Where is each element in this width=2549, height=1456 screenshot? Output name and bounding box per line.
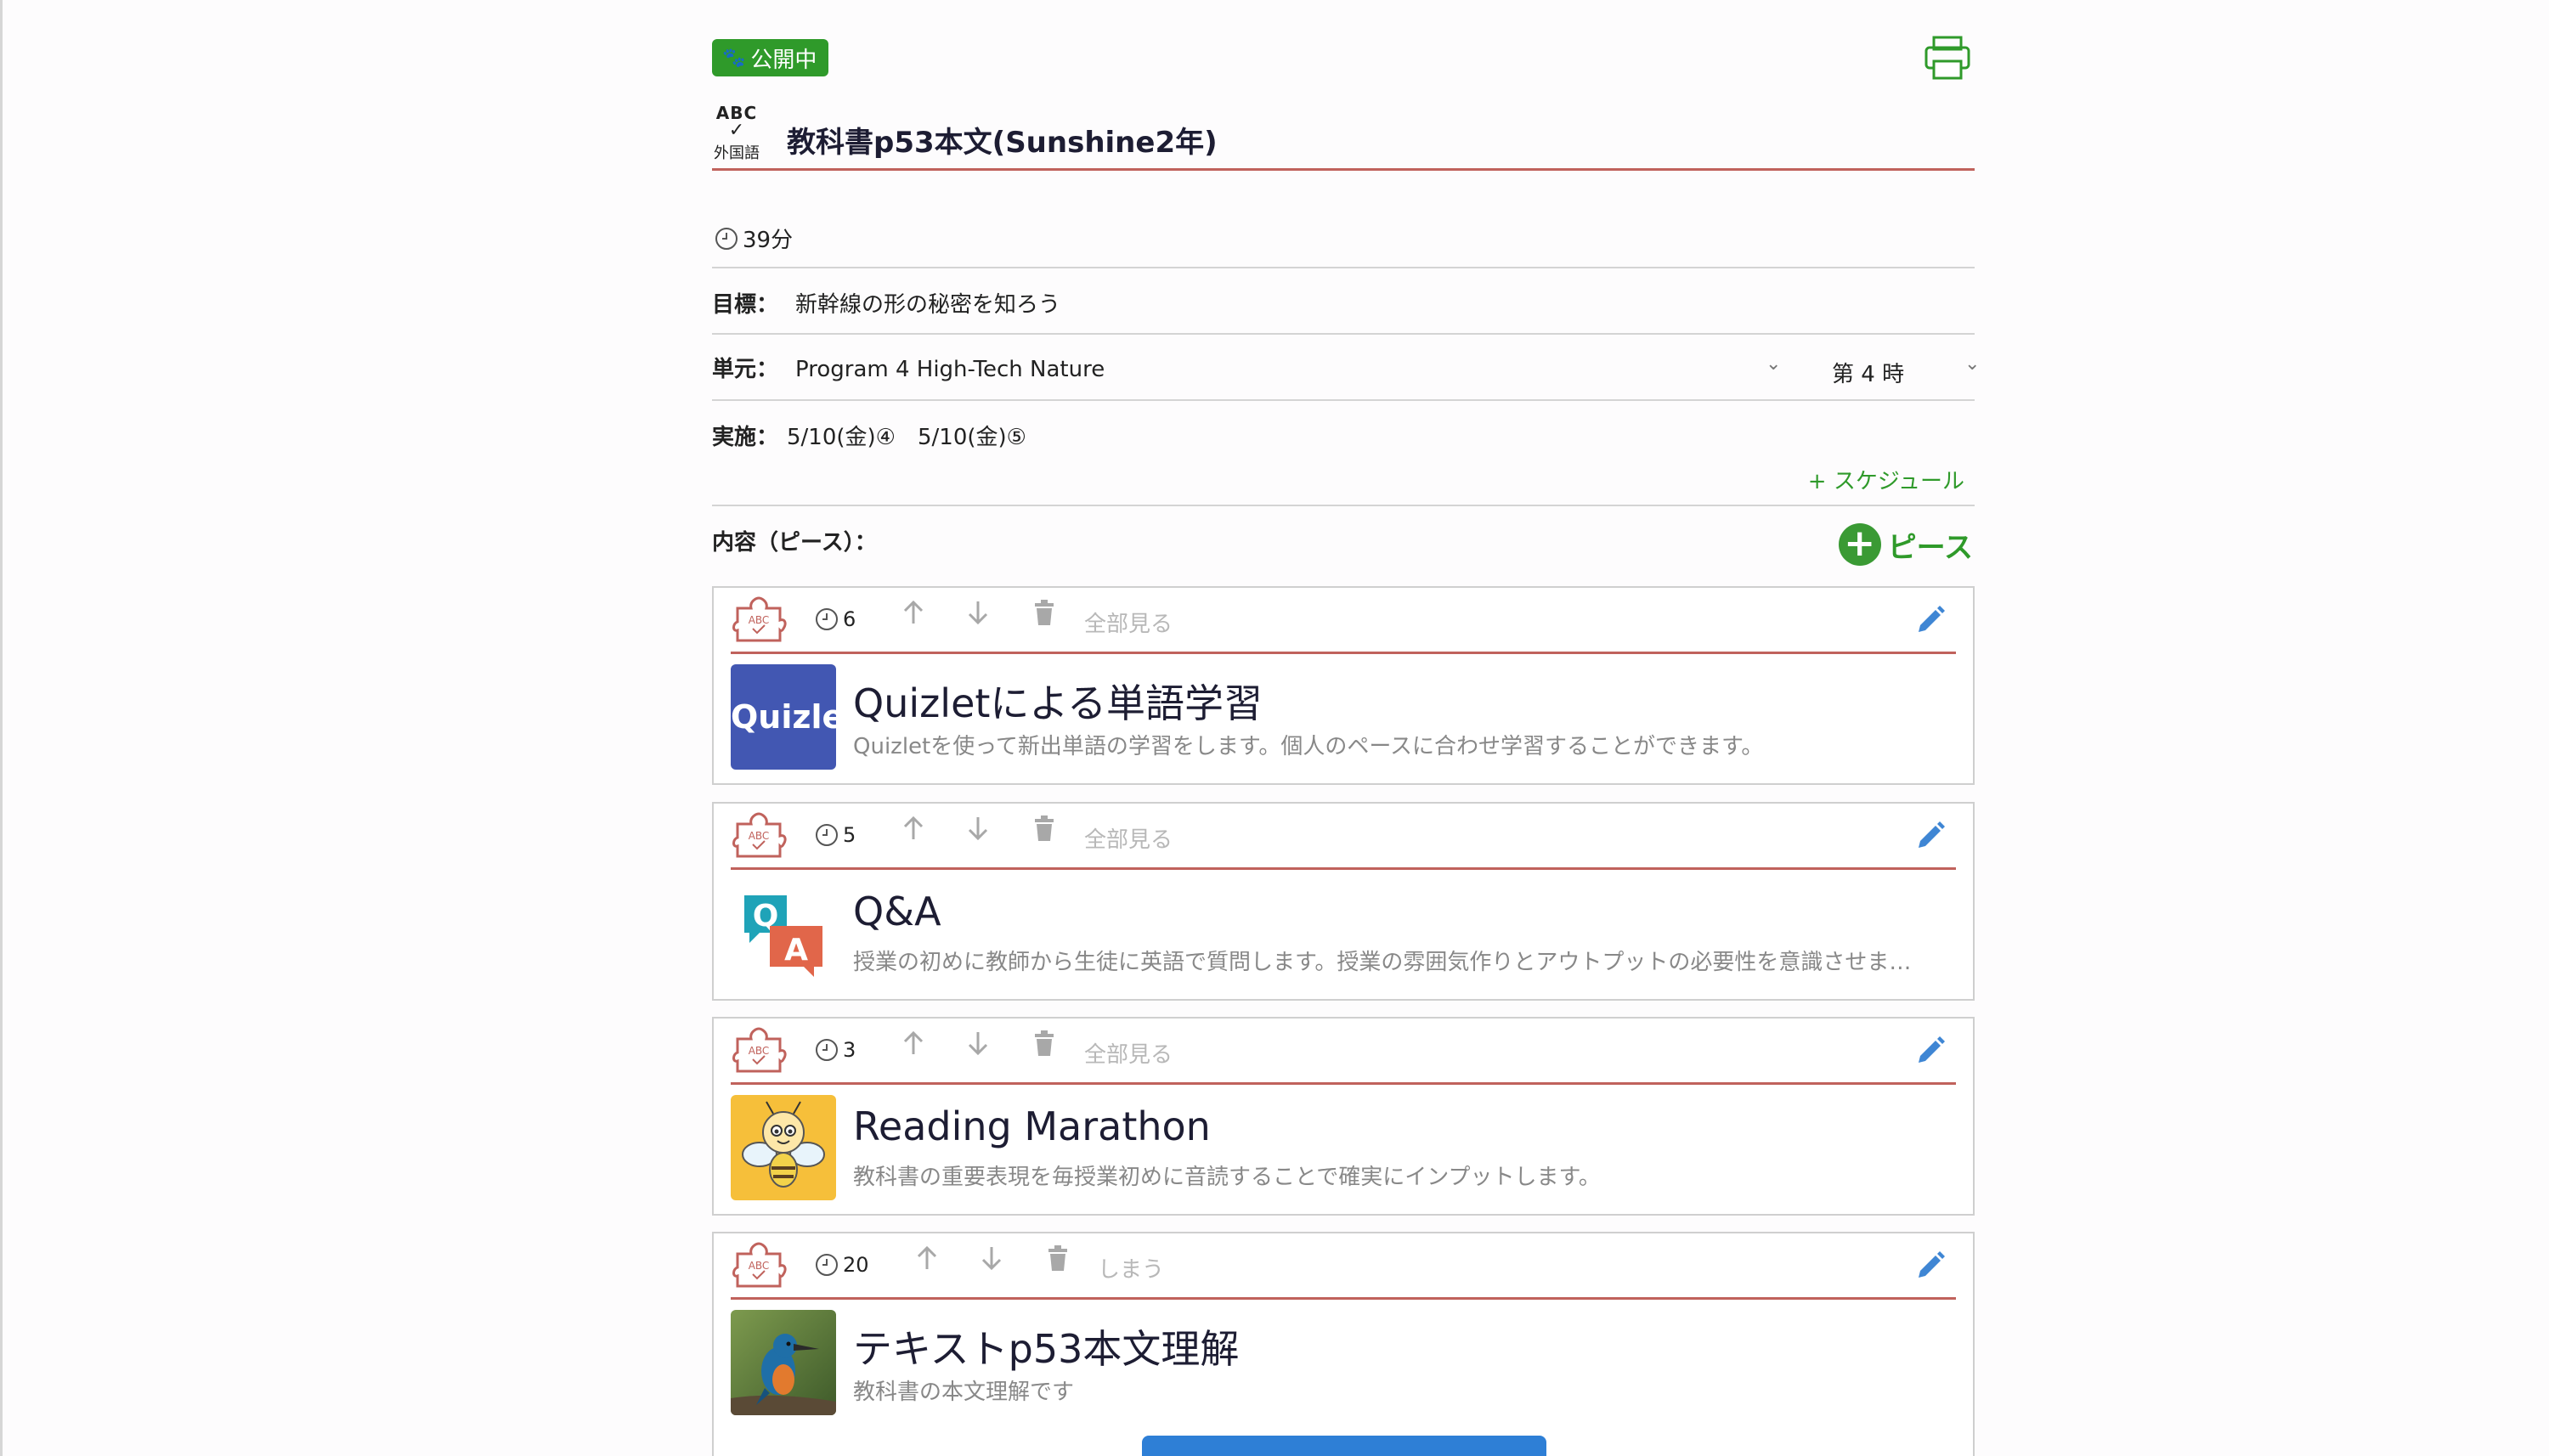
goal-label: 目標： [712, 292, 779, 318]
piece-duration: 20 [814, 1252, 869, 1278]
chevron-down-icon[interactable]: ⌄ [1964, 353, 1980, 375]
page-left-border [0, 0, 3, 1456]
puzzle-abc-icon: ABC [731, 1024, 787, 1076]
pieces-section-label: 内容（ピース）： [712, 530, 877, 556]
piece-toolbar: ABC 3 全部見る [731, 1019, 1956, 1085]
trash-icon[interactable] [1031, 598, 1057, 635]
add-schedule-link[interactable]: + スケジュール [1808, 464, 1964, 495]
piece-title[interactable]: Reading Marathon [853, 1103, 1211, 1149]
clock-icon [814, 822, 839, 848]
subject-label: 外国語 [714, 144, 760, 162]
puzzle-abc-icon: ABC [731, 1239, 787, 1291]
piece-card[interactable]: ABC 3 全部見る Reading Marathon 教科書の重要表現を毎授業… [712, 1017, 1975, 1216]
piece-description: 教科書の本文理解です [853, 1380, 1075, 1405]
piece-toolbar: ABC 20 しまう [731, 1233, 1956, 1300]
piece-title[interactable]: Q&A [853, 889, 941, 934]
piece-toolbar: ABC 5 全部見る [731, 804, 1956, 870]
unit-label: 単元： [712, 357, 779, 382]
kingfisher-photo-thumbnail [731, 1310, 836, 1415]
date-item[interactable]: 5/10(金)⑤ [918, 420, 1026, 451]
goal-value[interactable]: 新幹線の形の秘密を知ろう [795, 287, 1060, 319]
pencil-icon[interactable] [1913, 819, 1947, 853]
pencil-icon[interactable] [1913, 1034, 1947, 1068]
arrow-up-icon[interactable] [901, 1029, 926, 1065]
piece-description: Quizletを使って新出単語の学習をします。個人のペースに合わせ学習することが… [853, 734, 1764, 759]
unit-row: 単元： Program 4 High-Tech Nature ⌄ 第 4 時 ⌄ [712, 335, 1980, 401]
a-letter: A [784, 933, 808, 968]
period-select[interactable]: 第 4 時 [1832, 357, 1904, 388]
goal-row[interactable]: 目標： 新幹線の形の秘密を知ろう [712, 268, 1975, 335]
add-piece-label: ピース [1887, 530, 1973, 565]
paw-icon: 🐾 [722, 47, 746, 69]
piece-toolbar: ABC 6 全部見る [731, 588, 1956, 654]
svg-text:ABC: ABC [749, 1045, 770, 1057]
piece-card[interactable]: ABC 5 全部見る Q A Q&A 授業の初めに教師から生徒に英語で質問します… [712, 802, 1975, 1001]
unit-select[interactable]: Program 4 High-Tech Nature [795, 357, 1105, 382]
add-piece-button[interactable]: + ピース [1838, 523, 1973, 566]
piece-title[interactable]: テキストp53本文理解 [853, 1318, 1239, 1374]
show-all-link[interactable]: 全部見る [1084, 822, 1173, 854]
title-underline [712, 168, 1975, 171]
check-icon: ✓ [728, 120, 745, 141]
plus-icon: + [1838, 523, 1881, 566]
chevron-down-icon[interactable]: ⌄ [1766, 353, 1781, 375]
quizlet-logo-text: Quizlet [731, 698, 836, 736]
pencil-icon[interactable] [1913, 1249, 1947, 1283]
show-all-link[interactable]: 全部見る [1084, 607, 1173, 638]
piece-minutes: 6 [843, 607, 856, 631]
piece-title[interactable]: Quizletによる単語学習 [853, 673, 1263, 729]
arrow-down-icon[interactable] [979, 1244, 1004, 1280]
show-all-link[interactable]: 全部見る [1084, 1037, 1173, 1069]
collapse-link[interactable]: しまう [1098, 1252, 1164, 1284]
duration-row: 39分 [712, 187, 1975, 268]
duration-value: 39分 [743, 228, 794, 253]
status-badge: 🐾 公開中 [712, 39, 829, 76]
arrow-up-icon[interactable] [901, 814, 926, 850]
piece-description: 教科書の重要表現を毎授業初めに音読することで確実にインプットします。 [853, 1165, 1601, 1190]
piece-duration: 3 [814, 1037, 856, 1063]
lesson-plan-container: 🐾 公開中 ABC ✓ 外国語 教科書p53本文(Sunshine2年) 39分… [712, 0, 1980, 1456]
puzzle-abc-icon: ABC [731, 809, 787, 861]
pencil-icon[interactable] [1913, 603, 1947, 637]
piece-minutes: 5 [843, 823, 856, 847]
svg-text:ABC: ABC [749, 830, 770, 842]
subject-indicator: ABC ✓ 外国語 [712, 104, 761, 163]
qa-thumbnail: Q A [731, 880, 836, 985]
puzzle-abc-icon: ABC [731, 593, 787, 646]
date-item[interactable]: 5/10(金)④ [787, 420, 896, 451]
clock-icon [814, 607, 839, 632]
clock-icon [814, 1037, 839, 1063]
arrow-down-icon[interactable] [965, 1029, 991, 1065]
date-row: 実施： 5/10(金)④ 5/10(金)⑤ [712, 401, 1975, 506]
piece-minutes: 20 [843, 1253, 869, 1277]
piece-duration: 5 [814, 822, 856, 848]
print-icon[interactable] [1924, 34, 1971, 82]
clock-icon [714, 226, 739, 251]
svg-text:ABC: ABC [749, 614, 770, 626]
status-badge-label: 公開中 [750, 47, 817, 73]
arrow-down-icon[interactable] [965, 814, 991, 850]
bee-mascot-thumbnail [731, 1095, 836, 1200]
trash-icon[interactable] [1031, 1029, 1057, 1065]
piece-description: 授業の初めに教師から生徒に英語で質問します。授業の雰囲気作りとアウトプットの必要… [853, 950, 1912, 975]
trash-icon[interactable] [1031, 814, 1057, 850]
arrow-up-icon[interactable] [914, 1244, 940, 1280]
date-label: 実施： [712, 425, 779, 450]
clock-icon [814, 1252, 839, 1278]
piece-card[interactable]: ABC 20 しまう テキストp53本文理解 教科書の本文理解です [712, 1232, 1975, 1456]
trash-icon[interactable] [1045, 1244, 1071, 1280]
svg-text:ABC: ABC [749, 1260, 770, 1272]
lesson-title[interactable]: 教科書p53本文(Sunshine2年) [787, 119, 1218, 161]
primary-action-button[interactable] [1142, 1436, 1546, 1456]
arrow-up-icon[interactable] [901, 598, 926, 635]
piece-card[interactable]: ABC 6 全部見る Quizlet Quizletによる単語学習 Quizle… [712, 586, 1975, 785]
quizlet-thumbnail: Quizlet [731, 664, 836, 770]
piece-duration: 6 [814, 607, 856, 632]
arrow-down-icon[interactable] [965, 598, 991, 635]
piece-minutes: 3 [843, 1038, 856, 1062]
